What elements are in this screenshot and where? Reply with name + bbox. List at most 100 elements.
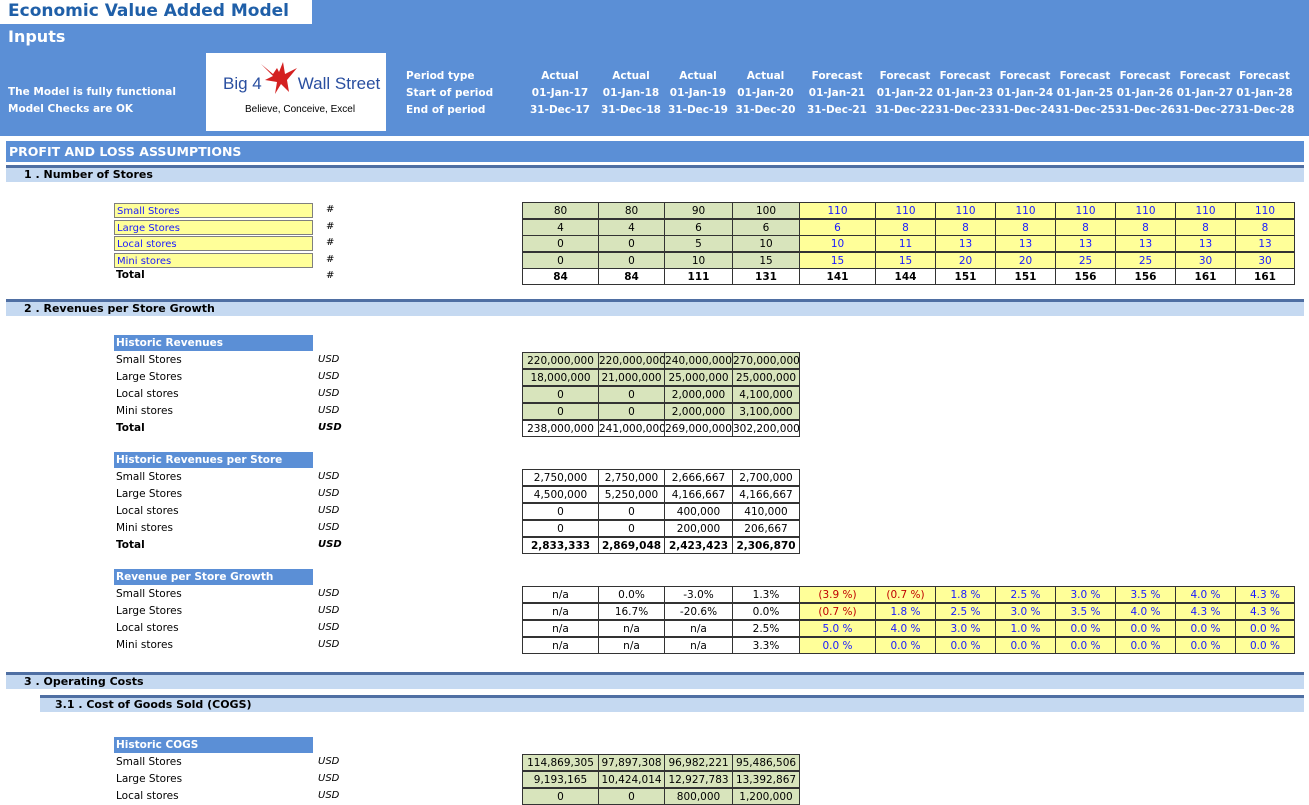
cogs-cell[interactable]: 10,424,014	[598, 771, 665, 788]
growth-cell[interactable]: (3.9 %)	[799, 586, 876, 603]
growth-cell[interactable]: 1.8 %	[875, 603, 936, 620]
value-cell[interactable]: 21,000,000	[598, 369, 665, 386]
growth-cell[interactable]: 0.0 %	[1175, 620, 1236, 637]
store-count-cell[interactable]: 15	[799, 252, 876, 269]
store-count-cell[interactable]: 11	[875, 235, 936, 252]
store-count-cell[interactable]: 25	[1055, 252, 1116, 269]
store-type-label[interactable]: Mini stores	[114, 253, 313, 268]
value-cell[interactable]: 240,000,000	[664, 352, 733, 369]
store-count-cell[interactable]: 110	[875, 202, 936, 219]
growth-cell[interactable]: 0.0 %	[1055, 637, 1116, 654]
cogs-cell[interactable]: 97,897,308	[598, 754, 665, 771]
value-cell[interactable]: 0	[522, 386, 599, 403]
store-count-cell[interactable]: 100	[732, 202, 800, 219]
growth-cell[interactable]: 4.3 %	[1235, 586, 1295, 603]
store-count-cell[interactable]: 8	[875, 219, 936, 236]
value-cell[interactable]: 2,000,000	[664, 386, 733, 403]
value-cell[interactable]: 270,000,000	[732, 352, 800, 369]
growth-cell[interactable]: 0.0 %	[995, 637, 1056, 654]
store-count-cell[interactable]: 110	[935, 202, 996, 219]
store-count-cell[interactable]: 13	[1175, 235, 1236, 252]
value-cell[interactable]: 2,000,000	[664, 403, 733, 420]
growth-cell[interactable]: 4.0 %	[1175, 586, 1236, 603]
value-cell[interactable]: 25,000,000	[732, 369, 800, 386]
store-count-cell[interactable]: 15	[875, 252, 936, 269]
growth-cell[interactable]: 4.0 %	[1115, 603, 1176, 620]
growth-cell[interactable]: 0.0 %	[935, 637, 996, 654]
value-cell[interactable]: 25,000,000	[664, 369, 733, 386]
growth-cell[interactable]: 3.0 %	[1055, 586, 1116, 603]
store-count-cell[interactable]: 110	[799, 202, 876, 219]
growth-cell[interactable]: 0.0 %	[1235, 637, 1295, 654]
value-cell[interactable]: 0	[598, 386, 665, 403]
store-count-cell[interactable]: 110	[1175, 202, 1236, 219]
store-count-cell[interactable]: 13	[1055, 235, 1116, 252]
growth-cell[interactable]: 0.0 %	[1235, 620, 1295, 637]
store-count-cell[interactable]: 5	[664, 235, 733, 252]
value-cell[interactable]: 3,100,000	[732, 403, 800, 420]
store-count-cell[interactable]: 4	[598, 219, 665, 236]
growth-cell[interactable]: 3.5 %	[1115, 586, 1176, 603]
value-cell[interactable]: 4,100,000	[732, 386, 800, 403]
growth-cell[interactable]: 0.0 %	[1115, 637, 1176, 654]
cogs-cell[interactable]: 96,982,221	[664, 754, 733, 771]
cogs-cell[interactable]: 0	[522, 788, 599, 805]
store-count-cell[interactable]: 13	[1235, 235, 1295, 252]
growth-cell[interactable]: 0.0 %	[1055, 620, 1116, 637]
store-count-cell[interactable]: 0	[598, 235, 665, 252]
store-count-cell[interactable]: 25	[1115, 252, 1176, 269]
store-count-cell[interactable]: 13	[935, 235, 996, 252]
store-count-cell[interactable]: 80	[522, 202, 599, 219]
store-count-cell[interactable]: 8	[995, 219, 1056, 236]
store-count-cell[interactable]: 110	[1235, 202, 1295, 219]
store-count-cell[interactable]: 8	[1115, 219, 1176, 236]
store-count-cell[interactable]: 0	[522, 235, 599, 252]
growth-cell[interactable]: 1.0 %	[995, 620, 1056, 637]
growth-cell[interactable]: 3.0 %	[995, 603, 1056, 620]
store-count-cell[interactable]: 6	[732, 219, 800, 236]
store-count-cell[interactable]: 110	[1115, 202, 1176, 219]
growth-cell[interactable]: 0.0 %	[875, 637, 936, 654]
growth-cell[interactable]: 0.0 %	[1115, 620, 1176, 637]
store-count-cell[interactable]: 30	[1235, 252, 1295, 269]
store-count-cell[interactable]: 10	[799, 235, 876, 252]
store-count-cell[interactable]: 10	[732, 235, 800, 252]
cogs-cell[interactable]: 1,200,000	[732, 788, 800, 805]
growth-cell[interactable]: 0.0 %	[799, 637, 876, 654]
store-type-label[interactable]: Local stores	[114, 236, 313, 251]
store-count-cell[interactable]: 8	[935, 219, 996, 236]
value-cell[interactable]: 220,000,000	[598, 352, 666, 369]
growth-cell[interactable]: 3.5 %	[1055, 603, 1116, 620]
cogs-cell[interactable]: 95,486,506	[732, 754, 800, 771]
growth-cell[interactable]: 2.5 %	[935, 603, 996, 620]
store-count-cell[interactable]: 8	[1175, 219, 1236, 236]
store-count-cell[interactable]: 6	[799, 219, 876, 236]
store-count-cell[interactable]: 15	[732, 252, 800, 269]
store-count-cell[interactable]: 30	[1175, 252, 1236, 269]
store-count-cell[interactable]: 13	[995, 235, 1056, 252]
growth-cell[interactable]: 4.3 %	[1235, 603, 1295, 620]
store-count-cell[interactable]: 20	[995, 252, 1056, 269]
cogs-cell[interactable]: 114,869,305	[522, 754, 599, 771]
growth-cell[interactable]: (0.7 %)	[799, 603, 876, 620]
growth-cell[interactable]: 4.3 %	[1175, 603, 1236, 620]
value-cell[interactable]: 220,000,000	[522, 352, 599, 369]
cogs-cell[interactable]: 800,000	[664, 788, 733, 805]
growth-cell[interactable]: 4.0 %	[875, 620, 936, 637]
store-count-cell[interactable]: 10	[664, 252, 733, 269]
growth-cell[interactable]: 0.0 %	[1175, 637, 1236, 654]
store-count-cell[interactable]: 20	[935, 252, 996, 269]
cogs-cell[interactable]: 12,927,783	[664, 771, 733, 788]
store-count-cell[interactable]: 110	[995, 202, 1056, 219]
growth-cell[interactable]: (0.7 %)	[875, 586, 936, 603]
value-cell[interactable]: 0	[598, 403, 665, 420]
value-cell[interactable]: 0	[522, 403, 599, 420]
store-type-label[interactable]: Small Stores	[114, 203, 313, 218]
cogs-cell[interactable]: 13,392,867	[732, 771, 800, 788]
store-count-cell[interactable]: 13	[1115, 235, 1176, 252]
cogs-cell[interactable]: 9,193,165	[522, 771, 599, 788]
store-count-cell[interactable]: 8	[1235, 219, 1295, 236]
growth-cell[interactable]: 3.0 %	[935, 620, 996, 637]
growth-cell[interactable]: 5.0 %	[799, 620, 876, 637]
growth-cell[interactable]: 1.8 %	[935, 586, 996, 603]
